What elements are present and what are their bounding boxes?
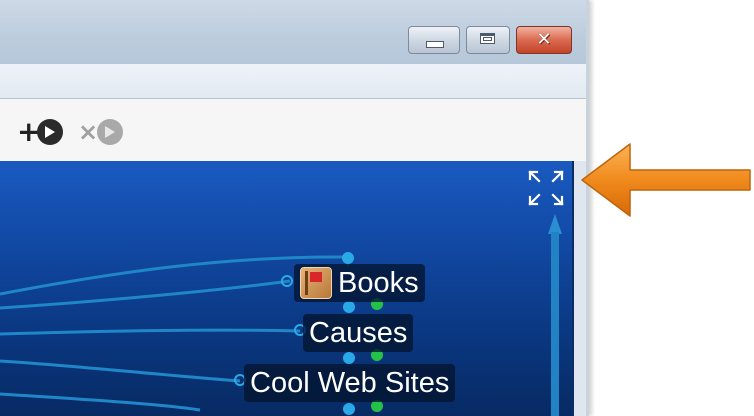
link-line <box>0 392 201 412</box>
scroll-thumb[interactable] <box>551 232 559 416</box>
expand-view-button[interactable] <box>526 168 566 208</box>
expand-fullscreen-icon <box>528 170 564 206</box>
close-icon: ✕ <box>536 29 552 50</box>
close-button[interactable]: ✕ <box>516 26 572 54</box>
minimize-button[interactable] <box>408 26 460 54</box>
remove-link-button[interactable]: × <box>78 117 124 147</box>
jump-gate-dot[interactable] <box>281 275 293 287</box>
thought-node-icon <box>37 119 64 145</box>
thought-node-disabled-icon <box>97 119 124 145</box>
child-gate-dot[interactable] <box>343 352 355 364</box>
thought-books[interactable]: Books <box>294 264 425 302</box>
thought-causes[interactable]: Causes <box>303 314 414 352</box>
child-gate-dot[interactable] <box>343 403 355 415</box>
window-controls: ✕ <box>408 26 572 56</box>
title-bar[interactable]: ✕ <box>0 0 586 64</box>
screenshot-stage: ✕ + × Books Causes Cool Web Sites <box>0 0 754 416</box>
scroll-up-arrow-icon[interactable] <box>548 214 562 234</box>
minimize-icon <box>426 41 444 48</box>
menu-bar <box>0 64 586 99</box>
application-window: ✕ + × Books Causes Cool Web Sites <box>0 0 589 416</box>
thought-label: Causes <box>309 317 408 349</box>
vertical-scrollbar[interactable] <box>548 214 562 416</box>
thought-label: Books <box>338 267 419 299</box>
callout-arrow-icon <box>581 143 751 217</box>
link-line <box>0 328 301 336</box>
toolbar: + × <box>0 99 586 161</box>
add-link-button[interactable]: + <box>17 117 64 147</box>
maximize-icon <box>480 33 495 44</box>
book-icon <box>300 267 332 299</box>
brain-canvas[interactable]: Books Causes Cool Web Sites <box>0 161 574 416</box>
thought-cool-web-sites[interactable]: Cool Web Sites <box>244 364 456 402</box>
link-line <box>0 359 241 383</box>
maximize-button[interactable] <box>466 26 510 54</box>
remove-x-icon: × <box>78 118 99 146</box>
child-gate-dot[interactable] <box>343 301 355 313</box>
thought-label: Cool Web Sites <box>250 367 450 399</box>
parent-gate-dot[interactable] <box>342 252 354 264</box>
